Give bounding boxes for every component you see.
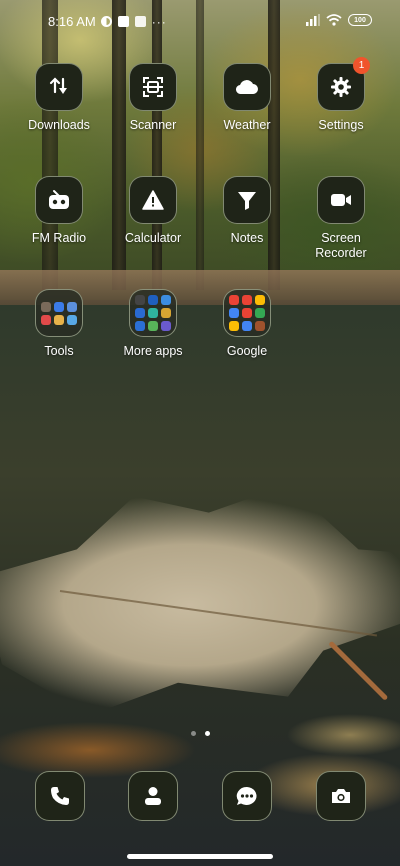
page-indicator[interactable]: [0, 731, 400, 736]
folder-icon: [35, 289, 83, 337]
app-label: FM Radio: [31, 231, 87, 245]
app-label: Downloads: [28, 118, 90, 132]
flipboard-notification-icon: [135, 16, 147, 28]
app-settings[interactable]: 1 Settings: [294, 57, 388, 133]
video-camera-icon: [317, 176, 365, 224]
folder-more-apps[interactable]: More apps: [106, 289, 200, 359]
app-label: Notes: [230, 231, 264, 245]
sync-icon: [101, 16, 113, 28]
folder-preview: [228, 294, 266, 332]
folder-app-mini-icon: [148, 295, 158, 305]
folder-app-mini-icon: [67, 314, 77, 325]
folder-app-mini-icon: [148, 321, 158, 331]
folder-app-mini-icon: [148, 308, 158, 318]
gallery-notification-icon: [118, 16, 130, 28]
folder-icon: [223, 289, 271, 337]
radio-icon: [35, 176, 83, 224]
status-time: 8:16 AM: [48, 14, 96, 29]
folder-preview: [40, 294, 78, 332]
battery-level: 100: [354, 16, 366, 24]
page-dot[interactable]: [190, 731, 196, 736]
cloud-icon: [223, 63, 271, 111]
folder-app-mini-icon: [54, 314, 64, 325]
app-label: More apps: [123, 344, 183, 358]
camera-icon[interactable]: [316, 771, 366, 821]
folder-app-mini-icon: [229, 321, 239, 331]
calculator-icon: [129, 176, 177, 224]
phone-icon[interactable]: [35, 771, 85, 821]
folder-app-mini-icon: [229, 308, 239, 318]
app-downloads[interactable]: Downloads: [12, 63, 106, 133]
page-dot-active[interactable]: [204, 731, 210, 736]
folder-app-mini-icon: [161, 321, 171, 331]
app-label: Settings: [318, 118, 364, 132]
notes-icon: [223, 176, 271, 224]
folder-app-mini-icon: [67, 301, 77, 312]
folder-icon: [129, 289, 177, 337]
status-bar: 8:16 AM ··· 100: [0, 0, 400, 44]
folder-app-mini-icon: [255, 308, 265, 318]
folder-app-mini-icon: [255, 295, 265, 305]
app-label: Google: [226, 344, 268, 358]
folder-app-mini-icon: [135, 295, 145, 305]
folder-app-mini-icon: [41, 314, 51, 325]
contacts-icon[interactable]: [128, 771, 178, 821]
app-weather[interactable]: Weather: [200, 63, 294, 133]
folder-app-mini-icon: [161, 308, 171, 318]
app-label: Calculator: [124, 231, 182, 245]
chat-bubble-icon[interactable]: [222, 771, 272, 821]
folder-app-mini-icon: [41, 301, 51, 312]
folder-app-mini-icon: [54, 301, 64, 312]
app-notes[interactable]: Notes: [200, 176, 294, 246]
folder-app-mini-icon: [242, 295, 252, 305]
folder-app-mini-icon: [242, 308, 252, 318]
dock: [0, 771, 400, 821]
folder-google[interactable]: Google: [200, 289, 294, 359]
folder-app-mini-icon: [255, 321, 265, 331]
folder-tools[interactable]: Tools: [12, 289, 106, 359]
scanner-icon: [129, 63, 177, 111]
wifi-icon: [326, 14, 342, 26]
gesture-navigation-bar[interactable]: [127, 854, 273, 859]
folder-app-mini-icon: [229, 295, 239, 305]
app-scanner[interactable]: Scanner: [106, 63, 200, 133]
folder-app-mini-icon: [242, 321, 252, 331]
folder-preview: [134, 294, 172, 332]
gear-icon: 1: [317, 57, 370, 111]
app-screen-recorder[interactable]: Screen Recorder: [294, 176, 388, 261]
app-calculator[interactable]: Calculator: [106, 176, 200, 246]
battery-icon: 100: [348, 14, 372, 26]
app-label: Scanner: [129, 118, 177, 132]
app-fm-radio[interactable]: FM Radio: [12, 176, 106, 246]
folder-app-mini-icon: [161, 295, 171, 305]
folder-app-mini-icon: [135, 308, 145, 318]
more-notifications-icon: ···: [151, 14, 167, 29]
app-label: Screen Recorder: [315, 231, 367, 260]
signal-icon: [306, 14, 320, 26]
app-label: Tools: [44, 344, 74, 358]
app-label: Weather: [223, 118, 271, 132]
download-arrows-icon: [35, 63, 83, 111]
notification-badge: 1: [353, 57, 370, 74]
folder-app-mini-icon: [135, 321, 145, 331]
